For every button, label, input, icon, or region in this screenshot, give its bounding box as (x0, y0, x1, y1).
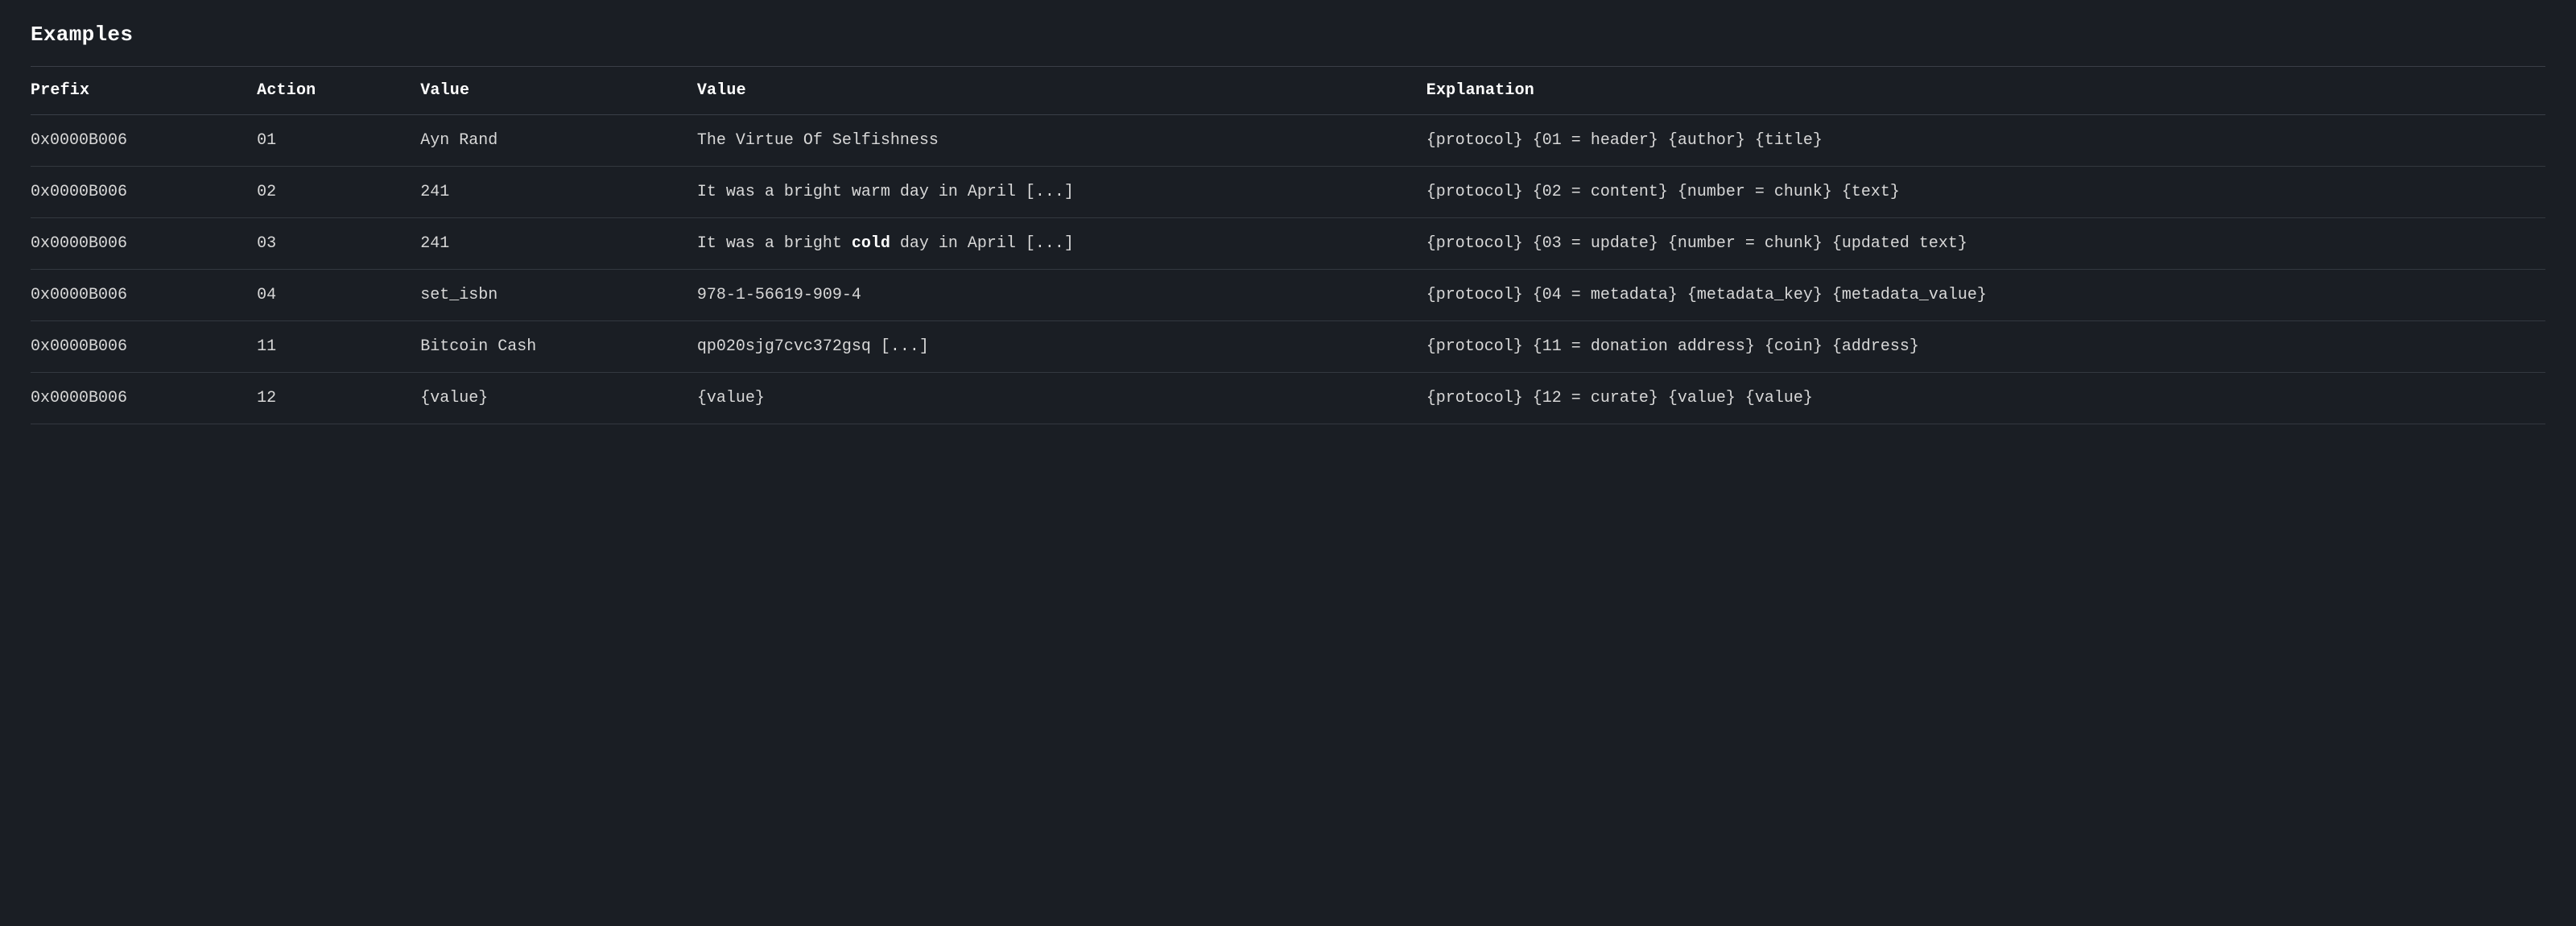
cell-prefix: 0x0000B006 (31, 270, 257, 321)
cell-value2: {value} (697, 373, 1426, 424)
table-header-row: Prefix Action Value Value Explanation (31, 67, 2545, 115)
cell-explanation: {protocol} {11 = donation address} {coin… (1426, 321, 2545, 373)
col-header-prefix: Prefix (31, 67, 257, 115)
table-row: 0x0000B006 04 set_isbn 978-1-56619-909-4… (31, 270, 2545, 321)
cell-prefix: 0x0000B006 (31, 115, 257, 167)
cell-value1: Ayn Rand (420, 115, 697, 167)
cell-value1: Bitcoin Cash (420, 321, 697, 373)
cell-action: 04 (257, 270, 420, 321)
cell-prefix: 0x0000B006 (31, 373, 257, 424)
cell-prefix: 0x0000B006 (31, 218, 257, 270)
table-row: 0x0000B006 03 241 It was a bright cold d… (31, 218, 2545, 270)
col-header-value1: Value (420, 67, 697, 115)
cell-value1: 241 (420, 167, 697, 218)
cell-action: 03 (257, 218, 420, 270)
table-row: 0x0000B006 01 Ayn Rand The Virtue Of Sel… (31, 115, 2545, 167)
cell-explanation: {protocol} {03 = update} {number = chunk… (1426, 218, 2545, 270)
table-row: 0x0000B006 02 241 It was a bright warm d… (31, 167, 2545, 218)
cell-value1: {value} (420, 373, 697, 424)
cell-value2: 978-1-56619-909-4 (697, 270, 1426, 321)
cell-action: 02 (257, 167, 420, 218)
cell-value1: set_isbn (420, 270, 697, 321)
table-row: 0x0000B006 12 {value} {value} {protocol}… (31, 373, 2545, 424)
cell-explanation: {protocol} {12 = curate} {value} {value} (1426, 373, 2545, 424)
table-body: 0x0000B006 01 Ayn Rand The Virtue Of Sel… (31, 115, 2545, 424)
cell-action: 12 (257, 373, 420, 424)
section-title: Examples (31, 23, 2545, 47)
col-header-explanation: Explanation (1426, 67, 2545, 115)
cell-value2: It was a bright cold day in April [...] (697, 218, 1426, 270)
cell-explanation: {protocol} {01 = header} {author} {title… (1426, 115, 2545, 167)
cell-prefix: 0x0000B006 (31, 321, 257, 373)
col-header-action: Action (257, 67, 420, 115)
cell-value1: 241 (420, 218, 697, 270)
cell-action: 01 (257, 115, 420, 167)
cell-value2: It was a bright warm day in April [...] (697, 167, 1426, 218)
table-row: 0x0000B006 11 Bitcoin Cash qp020sjg7cvc3… (31, 321, 2545, 373)
cell-value2: The Virtue Of Selfishness (697, 115, 1426, 167)
cell-value2: qp020sjg7cvc372gsq [...] (697, 321, 1426, 373)
cell-explanation: {protocol} {02 = content} {number = chun… (1426, 167, 2545, 218)
col-header-value2: Value (697, 67, 1426, 115)
examples-table: Prefix Action Value Value Explanation 0x… (31, 66, 2545, 424)
cell-prefix: 0x0000B006 (31, 167, 257, 218)
cell-explanation: {protocol} {04 = metadata} {metadata_key… (1426, 270, 2545, 321)
cell-action: 11 (257, 321, 420, 373)
